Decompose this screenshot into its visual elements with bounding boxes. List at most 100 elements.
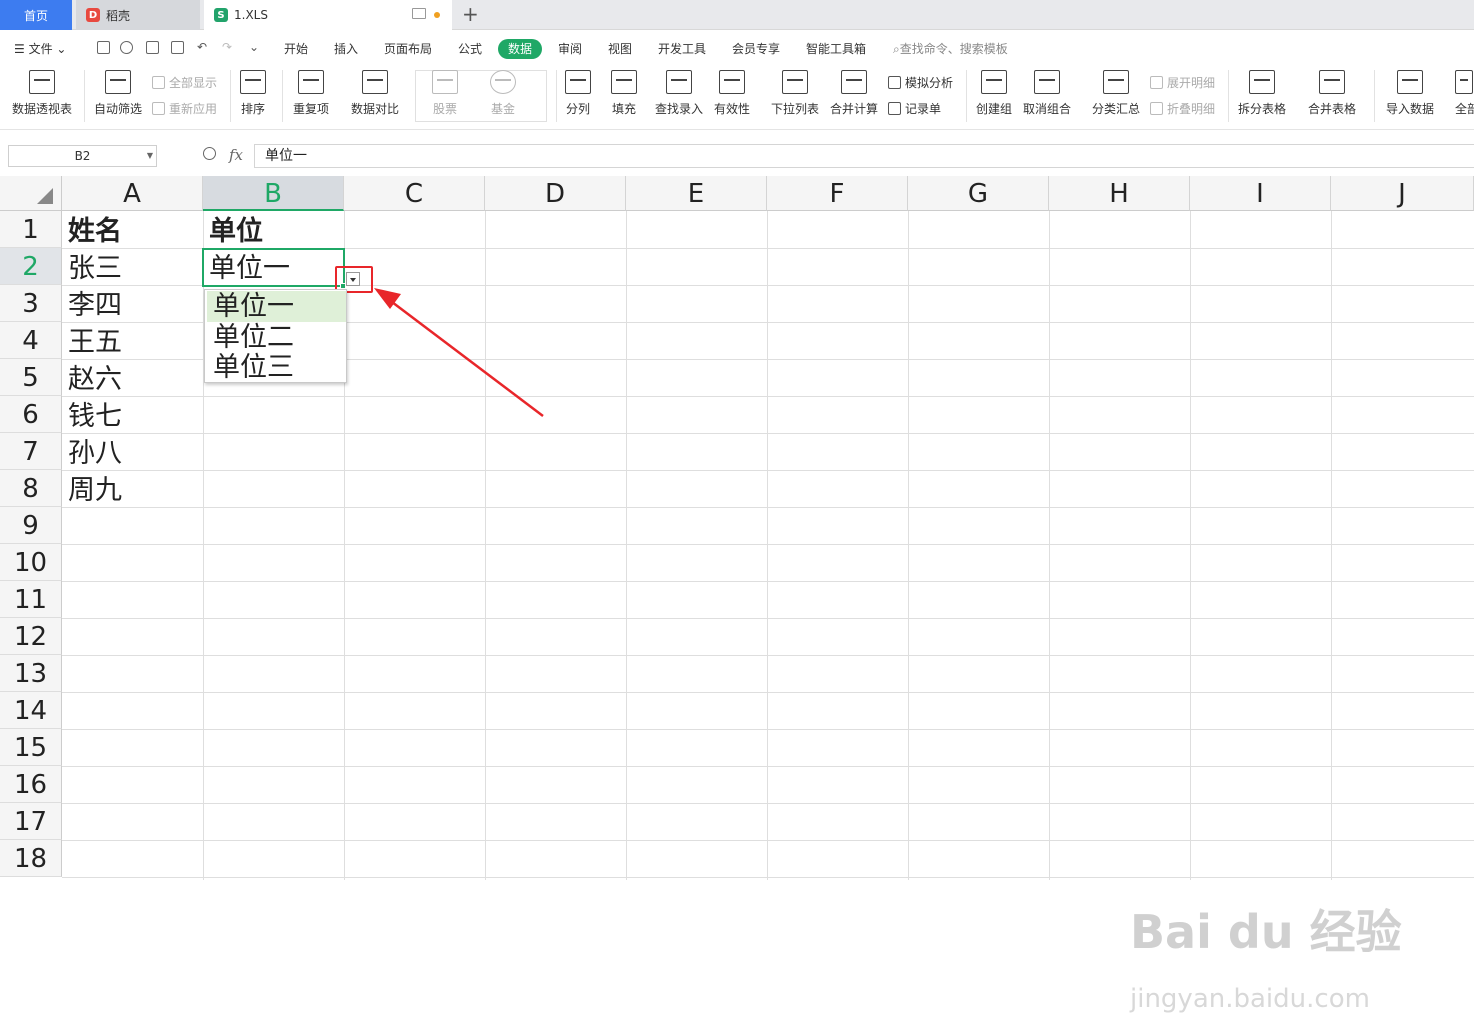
- reapply-button[interactable]: 重新应用: [152, 100, 217, 117]
- pivot-table-button[interactable]: 数据透视表: [12, 70, 72, 117]
- data-compare-icon: [362, 70, 388, 94]
- daoke-logo-icon: D: [86, 8, 100, 22]
- split-table-button[interactable]: 拆分表格: [1238, 70, 1286, 117]
- duplicates-label: 重复项: [293, 102, 330, 116]
- sort-icon: [240, 70, 266, 94]
- consolidate-button[interactable]: 合并计算: [830, 70, 878, 117]
- stock-label: 股票: [432, 102, 457, 116]
- fund-label: 基金: [490, 102, 515, 116]
- lookup-entry-icon: [666, 70, 692, 94]
- ribbon-separator: [282, 70, 283, 122]
- what-if-analysis-button[interactable]: 模拟分析: [888, 74, 953, 91]
- quick-access-chevron-icon[interactable]: ⌄: [249, 40, 259, 54]
- spreadsheet-grid: A B C D E F G H I J 1 2 3 4 5 6 7 8 9 10…: [0, 176, 1474, 1014]
- show-all-button[interactable]: 全部显示: [152, 74, 217, 91]
- tab-home-label: 首页: [23, 8, 48, 23]
- ribbon-separator: [230, 70, 231, 122]
- duplicates-button[interactable]: 重复项: [293, 70, 329, 117]
- collapse-detail-button[interactable]: 折叠明细: [1150, 100, 1215, 117]
- undo-icon[interactable]: ↶: [197, 40, 207, 54]
- fill-down-icon: [611, 70, 637, 94]
- subtotal-button[interactable]: 分类汇总: [1092, 70, 1140, 117]
- create-group-button[interactable]: 创建组: [976, 70, 1012, 117]
- dropdown-list-icon: [782, 70, 808, 94]
- tab-file[interactable]: S 1.XLS: [204, 0, 452, 30]
- file-menu-button[interactable]: ☰ 文件 ⌄: [14, 40, 66, 57]
- redo-icon[interactable]: ↷: [222, 40, 232, 54]
- tab-home[interactable]: 首页: [0, 0, 72, 30]
- ribbon-separator: [966, 70, 967, 122]
- name-box[interactable]: B2 ▼: [8, 145, 157, 167]
- create-group-label: 创建组: [976, 102, 1013, 116]
- menu-item-member[interactable]: 会员专享: [732, 40, 780, 57]
- validity-button[interactable]: 有效性: [714, 70, 750, 117]
- merge-table-label: 合并表格: [1308, 102, 1357, 116]
- monitor-icon[interactable]: [412, 8, 426, 19]
- share-icon[interactable]: [120, 41, 133, 54]
- zoom-icon[interactable]: [203, 147, 216, 160]
- annotation-arrow-icon: [374, 288, 544, 417]
- subtotal-label: 分类汇总: [1092, 102, 1141, 116]
- split-column-label: 分列: [565, 102, 590, 116]
- fx-icon[interactable]: fx: [229, 146, 243, 164]
- menu-item-developer[interactable]: 开发工具: [658, 40, 706, 57]
- formula-bar: B2 ▼ fx 单位一: [0, 140, 1474, 172]
- menu-bar: ☰ 文件 ⌄ ↶ ↷ ⌄ 开始 插入 页面布局 公式 数据 审阅 视图 开发工具…: [0, 36, 1474, 62]
- fund-button[interactable]: 基金: [490, 70, 516, 117]
- fill-button[interactable]: 填充: [611, 70, 637, 117]
- print-icon[interactable]: [146, 41, 159, 54]
- menu-item-data[interactable]: 数据: [498, 39, 542, 59]
- menu-item-page-layout[interactable]: 页面布局: [384, 40, 432, 57]
- record-form-button[interactable]: 记录单: [888, 100, 941, 117]
- more-button[interactable]: 全部: [1455, 70, 1474, 117]
- save-icon[interactable]: [97, 41, 110, 54]
- duplicates-icon: [298, 70, 324, 94]
- command-search-placeholder: 查找命令、搜索模板: [899, 42, 1008, 56]
- pivot-table-label: 数据透视表: [12, 102, 73, 116]
- dropdown-list-label: 下拉列表: [771, 102, 820, 116]
- collapse-detail-label: 折叠明细: [1167, 102, 1216, 116]
- collapse-detail-icon: [1150, 102, 1163, 115]
- import-data-label: 导入数据: [1386, 102, 1435, 116]
- spreadsheet-logo-icon: S: [214, 8, 228, 22]
- more-icon: [1455, 70, 1473, 94]
- tab-file-label: 1.XLS: [234, 8, 268, 22]
- split-column-icon: [565, 70, 591, 94]
- command-search[interactable]: ⌕查找命令、搜索模板: [893, 40, 1008, 57]
- import-data-button[interactable]: 导入数据: [1386, 70, 1434, 117]
- menu-item-formula[interactable]: 公式: [458, 40, 482, 57]
- expand-detail-button[interactable]: 展开明细: [1150, 74, 1215, 91]
- sort-button[interactable]: 排序: [240, 70, 266, 117]
- formula-input[interactable]: 单位一: [254, 144, 1474, 168]
- filter-icon: [105, 70, 131, 94]
- consolidate-label: 合并计算: [830, 102, 879, 116]
- menu-item-start[interactable]: 开始: [284, 40, 308, 57]
- merge-table-icon: [1319, 70, 1345, 94]
- name-box-chevron-icon[interactable]: ▼: [147, 146, 153, 166]
- stock-chart-icon: [432, 70, 458, 94]
- merge-table-button[interactable]: 合并表格: [1308, 70, 1356, 117]
- dropdown-list-button[interactable]: 下拉列表: [771, 70, 819, 117]
- reapply-label: 重新应用: [169, 102, 218, 116]
- validity-icon: [719, 70, 745, 94]
- menu-item-review[interactable]: 审阅: [558, 40, 582, 57]
- window-tab-bar: 首页 D 稻壳 S 1.XLS +: [0, 0, 1474, 30]
- lookup-entry-button[interactable]: 查找录入: [655, 70, 703, 117]
- new-tab-plus-icon[interactable]: +: [462, 2, 479, 26]
- expand-detail-label: 展开明细: [1167, 76, 1216, 90]
- menu-item-view[interactable]: 视图: [608, 40, 632, 57]
- menu-item-smart-toolbox[interactable]: 智能工具箱: [806, 40, 866, 57]
- ungroup-button[interactable]: 取消组合: [1023, 70, 1071, 117]
- autofilter-button[interactable]: 自动筛选: [94, 70, 142, 117]
- lookup-entry-label: 查找录入: [655, 102, 704, 116]
- data-compare-button[interactable]: 数据对比: [351, 70, 399, 117]
- data-compare-label: 数据对比: [351, 102, 400, 116]
- more-label: 全部: [1455, 102, 1474, 116]
- stock-button[interactable]: 股票: [432, 70, 458, 117]
- menu-item-insert[interactable]: 插入: [334, 40, 358, 57]
- baidu-watermark-url: jingyan.baidu.com: [1130, 984, 1370, 1014]
- tab-daoke[interactable]: D 稻壳: [76, 0, 200, 30]
- print-preview-icon[interactable]: [171, 41, 184, 54]
- split-column-button[interactable]: 分列: [565, 70, 591, 117]
- unsaved-dot-icon: [434, 12, 440, 18]
